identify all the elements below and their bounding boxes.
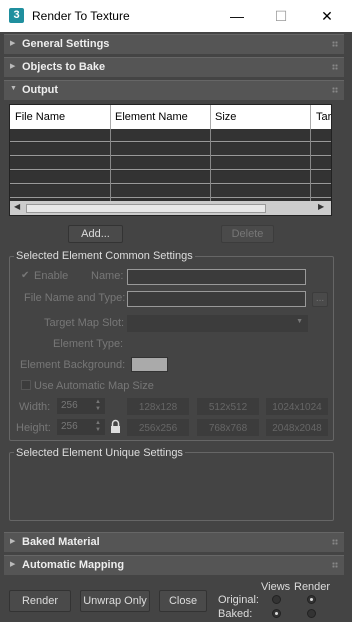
table-row[interactable] <box>10 171 331 184</box>
column-header-size[interactable]: Size <box>215 111 236 123</box>
scroll-right-icon[interactable]: ▶ <box>318 202 324 211</box>
delete-button[interactable]: Delete <box>221 225 274 243</box>
background-color-swatch[interactable] <box>131 357 168 372</box>
spinner-arrows-icon[interactable]: ▲ ▼ <box>95 399 101 413</box>
table-row[interactable] <box>10 157 331 170</box>
name-label: Name: <box>91 270 124 282</box>
element-background-label: Element Background: <box>20 359 126 371</box>
column-line <box>110 129 111 201</box>
maximize-button[interactable]: ☐ <box>266 4 296 28</box>
expand-arrow-icon: ▶ <box>10 538 16 545</box>
title-bar: 3 Render To Texture — ☐ ✕ <box>0 0 352 32</box>
width-label: Width: <box>19 401 51 413</box>
spinner-arrows-icon[interactable]: ▲ ▼ <box>95 420 101 434</box>
size-preset-button[interactable]: 2048x2048 <box>266 419 328 436</box>
auto-map-size-checkbox[interactable] <box>21 380 31 390</box>
rollout-objects-to-bake[interactable]: ▶ Objects to Bake <box>4 57 344 77</box>
collapse-arrow-icon: ▼ <box>10 85 17 92</box>
height-label: Height: <box>16 422 51 434</box>
chevron-down-icon: ▼ <box>296 318 303 325</box>
original-render-radio[interactable] <box>307 595 316 604</box>
column-divider[interactable] <box>110 105 111 129</box>
common-settings-title: Selected Element Common Settings <box>14 250 195 262</box>
column-header-file-name[interactable]: File Name <box>15 111 65 123</box>
lock-icon[interactable] <box>110 419 121 434</box>
app-icon: 3 <box>9 8 24 23</box>
unwrap-only-button[interactable]: Unwrap Only <box>80 590 150 612</box>
expand-arrow-icon: ▶ <box>10 63 16 70</box>
column-line <box>310 129 311 201</box>
height-spinner[interactable]: 256 ▲ ▼ <box>57 419 105 435</box>
column-divider[interactable] <box>310 105 311 129</box>
rollout-general-settings[interactable]: ▶ General Settings <box>4 34 344 54</box>
rollout-automatic-mapping[interactable]: ▶ Automatic Mapping <box>4 555 344 575</box>
size-preset-button[interactable]: 256x256 <box>127 419 189 436</box>
size-preset-button[interactable]: 512x512 <box>197 398 259 415</box>
original-label: Original: <box>218 594 259 606</box>
size-preset-button[interactable]: 768x768 <box>197 419 259 436</box>
height-value: 256 <box>61 421 78 432</box>
column-header-target[interactable]: Targ <box>316 111 331 123</box>
footer-bar: Render Unwrap Only Close Views Render Or… <box>0 578 352 622</box>
expand-arrow-icon: ▶ <box>10 561 16 568</box>
width-spinner[interactable]: 256 ▲ ▼ <box>57 398 105 414</box>
baked-render-radio[interactable] <box>307 609 316 618</box>
rollout-label: Objects to Bake <box>22 61 106 73</box>
drag-grip-icon[interactable] <box>332 539 338 545</box>
element-type-label: Element Type: <box>53 338 124 350</box>
target-map-slot-dropdown[interactable]: ▼ <box>127 315 308 332</box>
rollout-label: Automatic Mapping <box>22 559 125 571</box>
unique-settings-title: Selected Element Unique Settings <box>14 447 185 459</box>
render-button[interactable]: Render <box>9 590 71 612</box>
file-name-type-label: File Name and Type: <box>24 292 126 304</box>
add-button[interactable]: Add... <box>68 225 123 243</box>
table-row[interactable] <box>10 143 331 156</box>
column-divider[interactable] <box>210 105 211 129</box>
rollout-baked-material[interactable]: ▶ Baked Material <box>4 532 344 552</box>
name-input[interactable] <box>127 269 306 285</box>
enable-checkbox-icon[interactable]: ✔ <box>21 270 29 281</box>
drag-grip-icon[interactable] <box>332 41 338 47</box>
size-preset-button[interactable]: 1024x1024 <box>266 398 328 415</box>
enable-label: Enable <box>34 270 69 282</box>
table-header: File Name Element Name Size Targ <box>10 105 331 129</box>
target-map-slot-label: Target Map Slot: <box>44 317 125 329</box>
drag-grip-icon[interactable] <box>332 87 338 93</box>
rollout-label: General Settings <box>22 38 110 50</box>
views-column-label: Views <box>261 581 291 593</box>
browse-button[interactable]: ... <box>312 292 328 307</box>
rollout-label: Output <box>22 84 59 96</box>
close-button[interactable]: Close <box>159 590 207 612</box>
rollout-label: Baked Material <box>22 536 100 548</box>
expand-arrow-icon: ▶ <box>10 40 16 47</box>
close-window-button[interactable]: ✕ <box>312 4 342 28</box>
original-views-radio[interactable] <box>272 595 281 604</box>
scrollbar-thumb[interactable] <box>26 204 266 213</box>
baked-label: Baked: <box>218 608 253 620</box>
window-title: Render To Texture <box>32 9 130 23</box>
rollout-output[interactable]: ▼ Output <box>4 80 344 100</box>
column-header-element-name[interactable]: Element Name <box>115 111 188 123</box>
table-row[interactable] <box>10 185 331 198</box>
minimize-button[interactable]: — <box>222 4 252 28</box>
drag-grip-icon[interactable] <box>332 64 338 70</box>
horizontal-scrollbar[interactable]: ◀ ▶ <box>10 201 331 215</box>
output-table[interactable]: File Name Element Name Size Targ ◀ ▶ <box>9 104 332 216</box>
table-row[interactable] <box>10 129 331 142</box>
size-preset-button[interactable]: 128x128 <box>127 398 189 415</box>
baked-views-radio[interactable] <box>272 609 281 618</box>
scroll-left-icon[interactable]: ◀ <box>14 202 20 211</box>
auto-map-size-label: Use Automatic Map Size <box>34 380 154 392</box>
column-line <box>210 129 211 201</box>
render-column-label: Render <box>294 581 331 593</box>
unique-settings-group <box>9 452 334 521</box>
width-value: 256 <box>61 400 78 411</box>
file-name-input[interactable] <box>127 291 306 307</box>
drag-grip-icon[interactable] <box>332 562 338 568</box>
